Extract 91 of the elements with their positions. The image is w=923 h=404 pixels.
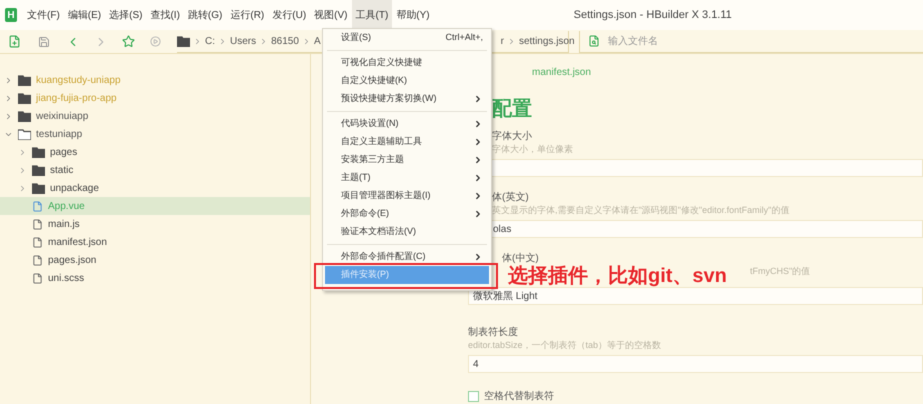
star-icon[interactable]: [122, 35, 135, 48]
setting-label: 体(中文): [502, 252, 539, 265]
checkbox[interactable]: [468, 391, 479, 402]
project-name: testuniapp: [36, 128, 82, 142]
menu-item[interactable]: 外部命令插件配置(C): [325, 248, 489, 266]
file-name: main.js: [48, 218, 80, 232]
new-file-icon[interactable]: [8, 35, 21, 48]
menu-item[interactable]: 可视化自定义快捷键: [325, 54, 489, 72]
menu-bar-item[interactable]: 视图(V): [310, 0, 352, 30]
save-icon[interactable]: [38, 36, 50, 48]
search-field[interactable]: 输入文件名: [608, 34, 808, 48]
breadcrumb-item[interactable]: C:: [205, 34, 215, 48]
menu-bar-item[interactable]: 工具(T): [352, 0, 392, 30]
project-name: weixinuiapp: [36, 110, 88, 124]
file-name: manifest.json: [48, 236, 107, 250]
folder-icon: [18, 74, 31, 86]
tree-row[interactable]: uni.scss: [0, 269, 310, 287]
setting-label: 字体大小: [492, 130, 532, 143]
setting-description: tFmyCHS"的值: [750, 265, 810, 278]
tree-row[interactable]: pages: [0, 143, 310, 161]
menu-item[interactable]: 预设快捷键方案切换(W): [325, 90, 489, 108]
file-name: uni.scss: [48, 272, 84, 286]
menu-item[interactable]: 自定义主题辅助工具: [325, 133, 489, 151]
file-icon: [32, 236, 43, 248]
menu-item[interactable]: 主题(T): [325, 169, 489, 187]
setting-label: 制表符长度: [468, 326, 518, 339]
tree-row[interactable]: weixinuiapp: [0, 107, 310, 125]
tree-row[interactable]: main.js: [0, 215, 310, 233]
setting-description: 字体大小，单位像素: [492, 143, 573, 156]
menu-bar-item[interactable]: 查找(I): [146, 0, 184, 30]
breadcrumb-item[interactable]: Users: [230, 34, 256, 48]
file-icon: [32, 272, 43, 284]
folder-icon: [32, 146, 45, 158]
menu-item[interactable]: 安装第三方主题: [325, 151, 489, 169]
folder-icon: [177, 36, 190, 46]
annotation-text: 选择插件，比如git、svn: [508, 265, 727, 287]
chevron-right-icon[interactable]: [18, 184, 27, 192]
menu-bar-item[interactable]: 编辑(E): [64, 0, 106, 30]
menu-bar-item[interactable]: 帮助(Y): [392, 0, 434, 30]
setting-input[interactable]: 微软雅黑 Light: [468, 287, 923, 305]
menu-item[interactable]: 项目管理器图标主题(I): [325, 187, 489, 205]
file-name: pages: [50, 146, 78, 160]
folder-icon: [18, 128, 31, 140]
breadcrumb-item[interactable]: r: [500, 34, 504, 48]
search-icon: [588, 35, 600, 47]
play-icon[interactable]: [150, 36, 161, 47]
menu-item[interactable]: 设置(S) Ctrl+Alt+,: [325, 29, 489, 47]
setting-label: 体(英文): [492, 191, 529, 204]
tree-row[interactable]: static: [0, 161, 310, 179]
menu-bar-item[interactable]: 文件(F): [23, 0, 64, 30]
file-name: static: [50, 164, 74, 178]
chevron-right-icon[interactable]: [4, 94, 13, 102]
file-icon: [32, 200, 43, 212]
folder-icon: [32, 182, 45, 194]
checkbox-label: 空格代替制表符: [484, 390, 554, 404]
setting-description: 英文显示的字体,需要自定义字体请在"源码视图"修改"editor.fontFamily"的值: [492, 204, 790, 217]
menu-bar-item[interactable]: 跳转(G): [184, 0, 226, 30]
tree-row[interactable]: manifest.json: [0, 233, 310, 251]
breadcrumb-item[interactable]: 86150: [271, 34, 299, 48]
breadcrumb-item[interactable]: A: [314, 34, 321, 48]
folder-icon: [32, 164, 45, 176]
chevron-right-icon[interactable]: [18, 166, 27, 174]
setting-input[interactable]: 4: [468, 355, 923, 373]
chevron-right-icon[interactable]: [4, 76, 13, 84]
chevron-right-icon[interactable]: [4, 112, 13, 120]
menu-item[interactable]: 外部命令(E): [325, 205, 489, 223]
chevron-right-icon[interactable]: [18, 148, 27, 156]
setting-description: editor.tabSize，一个制表符（tab）等于的空格数: [468, 339, 662, 352]
file-icon: [32, 218, 43, 230]
tree-row[interactable]: pages.json: [0, 251, 310, 269]
section-heading: 配置: [492, 97, 532, 121]
menu-item[interactable]: 自定义快捷键(K): [325, 72, 489, 90]
app-logo: H: [5, 8, 17, 22]
menu-bar-item[interactable]: 发行(U): [268, 0, 310, 30]
project-name: kuangstudy-uniapp: [36, 74, 121, 88]
file-name: unpackage: [50, 182, 99, 196]
menu-item[interactable]: 代码块设置(N): [325, 115, 489, 133]
separator-icon: [193, 36, 202, 46]
menu-bar-item[interactable]: 运行(R): [226, 0, 268, 30]
file-name: App.vue: [48, 200, 85, 214]
folder-icon: [18, 110, 31, 122]
breadcrumb-item[interactable]: settings.json: [518, 34, 575, 48]
project-name: jiang-fujia-pro-app: [36, 92, 117, 106]
menu-bar-item[interactable]: 选择(S): [105, 0, 146, 30]
separator-icon: [218, 36, 227, 46]
tree-row[interactable]: testuniapp: [0, 125, 310, 143]
tree-row[interactable]: unpackage: [0, 179, 310, 197]
window-title: Settings.json - HBuilder X 3.1.11: [574, 8, 732, 23]
folder-icon: [18, 92, 31, 104]
file-icon: [32, 254, 43, 266]
file-name: pages.json: [48, 254, 96, 268]
